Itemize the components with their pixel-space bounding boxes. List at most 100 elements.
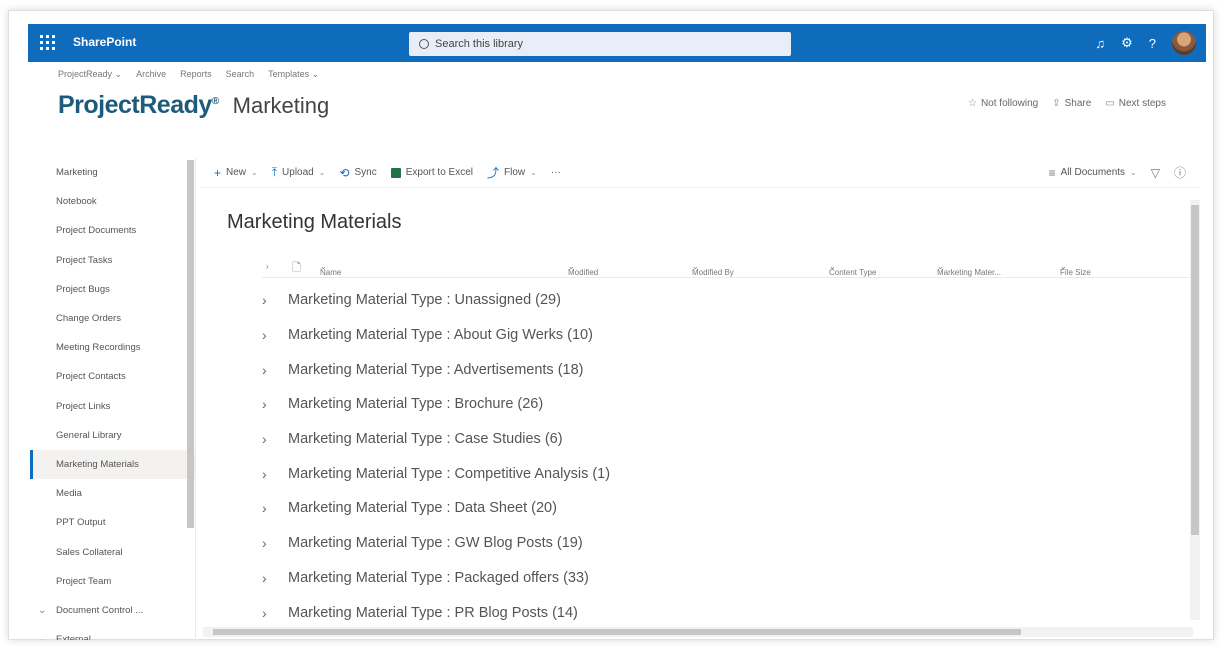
group-row[interactable]: › Marketing Material Type : Brochure (26): [258, 387, 1158, 422]
leftnav-item-project-tasks[interactable]: Project Tasks: [30, 246, 195, 275]
info-icon[interactable]: ⓘ: [1174, 164, 1186, 181]
column-header-row: › 🗋 Name ⌄ Modified ⌄ Modified By ⌄ Cont…: [262, 256, 1190, 278]
hub-nav-item[interactable]: ProjectReady ⌄: [58, 69, 122, 80]
leftnav-item-ppt-output[interactable]: PPT Output: [30, 508, 195, 537]
group-row[interactable]: › Marketing Material Type : Competitive A…: [258, 456, 1158, 491]
chevron-down-icon: ⌄: [530, 168, 537, 177]
group-list: › Marketing Material Type : Unassigned (2…: [258, 283, 1158, 630]
leftnav-item-external[interactable]: External: [30, 625, 195, 640]
hub-nav-item[interactable]: Reports: [180, 69, 212, 80]
upload-icon: ⤒: [271, 165, 278, 179]
leftnav-item-project-contacts[interactable]: Project Contacts: [30, 362, 195, 391]
column-name[interactable]: Name ⌄: [320, 262, 341, 277]
chevron-right-icon[interactable]: ›: [258, 500, 288, 516]
vertical-scrollbar-thumb[interactable]: [1191, 205, 1199, 535]
star-icon: ☆: [967, 98, 977, 109]
chevron-right-icon[interactable]: ›: [258, 605, 288, 621]
suite-bar: SharePoint Search this library ♫ ⚙ ?: [28, 24, 1206, 62]
new-button[interactable]: + New ⌄: [214, 166, 258, 180]
chevron-right-icon[interactable]: ›: [258, 535, 288, 551]
search-input[interactable]: Search this library: [409, 32, 791, 56]
chevron-down-icon: ⌄: [251, 168, 258, 177]
leftnav-item-project-documents[interactable]: Project Documents: [30, 216, 195, 245]
leftnav-item-sales-collateral[interactable]: Sales Collateral: [30, 537, 195, 566]
chevron-down-icon: ⌄: [1130, 168, 1137, 177]
next-steps-button[interactable]: ▭ Next steps: [1105, 98, 1166, 109]
chevron-right-icon[interactable]: ›: [258, 327, 288, 343]
sync-button[interactable]: ⟲ Sync: [339, 166, 376, 180]
leftnav-item-document-control[interactable]: Document Control ...: [30, 596, 195, 625]
search-icon: [419, 39, 429, 49]
collapse-all-icon[interactable]: ›: [266, 262, 269, 271]
hub-nav-item[interactable]: Templates ⌄: [268, 69, 319, 80]
column-file-size[interactable]: File Size ⌄: [1060, 262, 1091, 277]
site-logo[interactable]: ProjectReady®: [58, 91, 225, 120]
column-modified-by[interactable]: Modified By ⌄: [692, 262, 734, 277]
leftnav-scrollbar[interactable]: [187, 160, 194, 528]
chevron-right-icon[interactable]: ›: [258, 362, 288, 378]
hub-nav-item[interactable]: Archive: [136, 69, 166, 80]
avatar[interactable]: [1172, 31, 1196, 55]
leftnav-item-marketing-materials[interactable]: Marketing Materials: [30, 449, 195, 480]
flow-button[interactable]: ⤴ Flow ⌄: [487, 164, 537, 181]
share-icon: ⇪: [1052, 98, 1061, 109]
help-icon[interactable]: ?: [1149, 36, 1156, 51]
leftnav-item-meeting-recordings[interactable]: Meeting Recordings: [30, 333, 195, 362]
group-row[interactable]: › Marketing Material Type : About Gig Wer…: [258, 318, 1158, 353]
view-selector[interactable]: ≡ All Documents ⌄: [1049, 166, 1137, 180]
leftnav-item-notebook[interactable]: Notebook: [30, 187, 195, 216]
chevron-right-icon[interactable]: ›: [258, 466, 288, 482]
leftnav-item-project-bugs[interactable]: Project Bugs: [30, 275, 195, 304]
left-nav: Marketing Notebook Project Documents Pro…: [30, 158, 196, 640]
leftnav-item-change-orders[interactable]: Change Orders: [30, 304, 195, 333]
flow-icon: ⤴: [487, 166, 500, 180]
group-row[interactable]: › Marketing Material Type : Packaged offe…: [258, 561, 1158, 596]
group-row[interactable]: › Marketing Material Type : PR Blog Posts…: [258, 595, 1158, 630]
library-title: Marketing Materials: [227, 211, 402, 233]
hub-nav-item[interactable]: Search: [226, 69, 255, 80]
upload-button[interactable]: ⤒ Upload ⌄: [272, 165, 326, 180]
hub-nav: ProjectReady ⌄ Archive Reports Search Te…: [58, 69, 319, 80]
vertical-scrollbar[interactable]: [1190, 200, 1200, 620]
horizontal-scrollbar-thumb[interactable]: [213, 629, 1021, 635]
next-steps-icon: ▭: [1105, 98, 1115, 109]
leftnav-item-project-team[interactable]: Project Team: [30, 567, 195, 596]
search-placeholder: Search this library: [435, 38, 524, 50]
export-excel-button[interactable]: Export to Excel: [390, 167, 473, 178]
leftnav-item-marketing[interactable]: Marketing: [30, 158, 195, 187]
group-row[interactable]: › Marketing Material Type : Advertisement…: [258, 352, 1158, 387]
column-modified[interactable]: Modified ⌄: [568, 262, 598, 277]
more-button[interactable]: ···: [551, 167, 561, 178]
chevron-right-icon[interactable]: ›: [258, 431, 288, 447]
sync-icon: ⟲: [339, 165, 350, 180]
group-row[interactable]: › Marketing Material Type : GW Blog Posts…: [258, 526, 1158, 561]
command-bar: + New ⌄ ⤒ Upload ⌄ ⟲ Sync Export to Excel ⤴ Fl…: [200, 158, 1200, 188]
excel-icon: [390, 167, 401, 178]
chevron-right-icon[interactable]: ›: [258, 292, 288, 308]
follow-button[interactable]: ☆ Not following: [968, 98, 1038, 109]
leftnav-item-project-links[interactable]: Project Links: [30, 392, 195, 421]
column-content-type[interactable]: Content Type ⌄: [829, 262, 876, 277]
file-type-icon[interactable]: 🗋: [292, 259, 301, 278]
bell-icon[interactable]: ♫: [1095, 36, 1105, 51]
chevron-right-icon[interactable]: ›: [258, 570, 288, 586]
gear-icon[interactable]: ⚙: [1121, 35, 1133, 51]
horizontal-scrollbar[interactable]: [203, 627, 1193, 637]
group-row[interactable]: › Marketing Material Type : Case Studies …: [258, 422, 1158, 457]
share-button[interactable]: ⇪ Share: [1052, 98, 1091, 109]
site-actions: ☆ Not following ⇪ Share ▭ Next steps: [968, 98, 1166, 109]
group-row[interactable]: › Marketing Material Type : Unassigned (2…: [258, 283, 1158, 318]
chevron-right-icon[interactable]: ›: [258, 396, 288, 412]
column-marketing-material[interactable]: Marketing Mater... ⌄: [937, 262, 1001, 277]
view-icon: ≡: [1048, 165, 1056, 180]
filter-icon[interactable]: ▽: [1151, 166, 1160, 180]
group-row[interactable]: › Marketing Material Type : Data Sheet (2…: [258, 491, 1158, 526]
site-title[interactable]: Marketing: [233, 93, 330, 119]
app-brand[interactable]: SharePoint: [73, 35, 136, 49]
site-header: ProjectReady® Marketing: [58, 91, 329, 120]
plus-icon: +: [214, 165, 222, 180]
leftnav-item-media[interactable]: Media: [30, 479, 195, 508]
chevron-down-icon: ⌄: [318, 168, 326, 177]
leftnav-item-general-library[interactable]: General Library: [30, 421, 195, 450]
waffle-icon[interactable]: [40, 35, 56, 51]
